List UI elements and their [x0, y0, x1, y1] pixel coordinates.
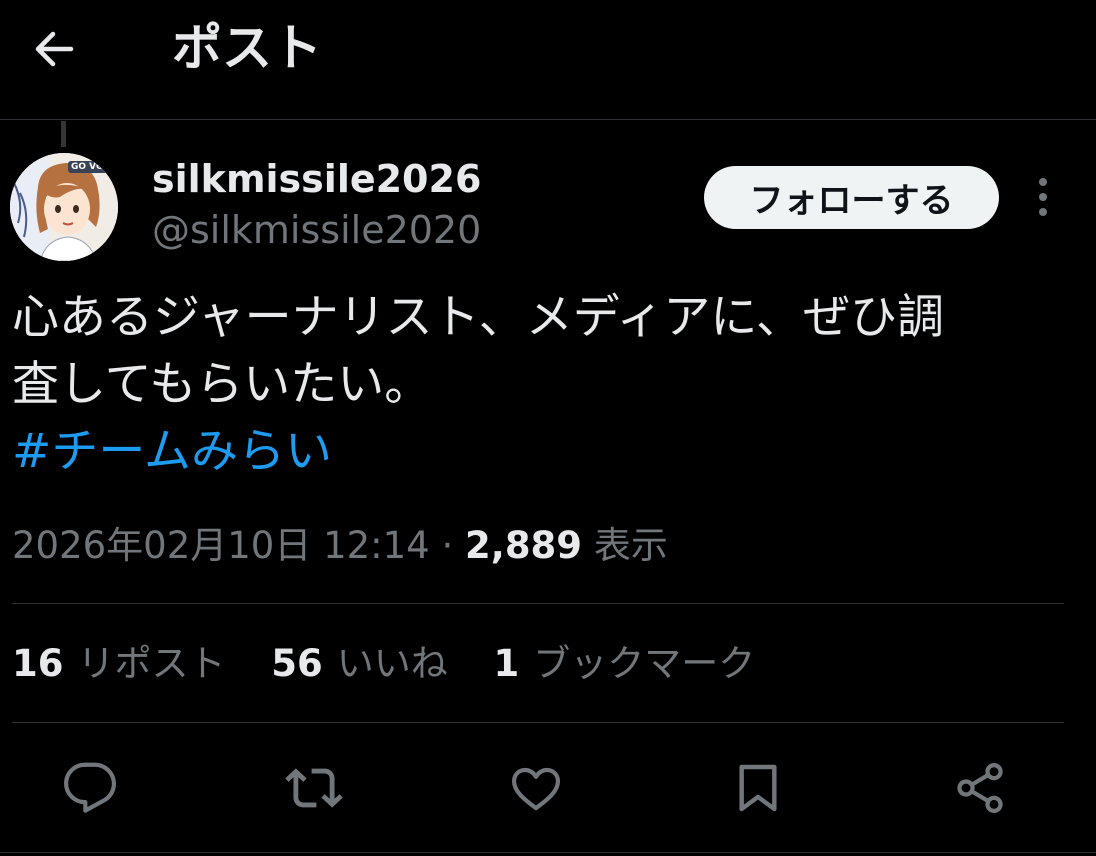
author-display-name[interactable]: silkmissile2026: [152, 154, 481, 204]
avatar-badge-text: GO VOTE: [68, 161, 118, 173]
repost-button[interactable]: [282, 756, 346, 820]
arrow-left-icon: [35, 31, 74, 67]
reply-button[interactable]: [58, 756, 122, 820]
post-body: 心あるジャーナリスト、メディアに、ぜひ調 査してもらいたい。 #チームみらい: [12, 284, 1072, 485]
repost-icon: [285, 768, 343, 808]
post-timestamp[interactable]: 2026年02月10日 12:14: [12, 524, 430, 567]
avatar[interactable]: GO VOTE: [10, 153, 118, 261]
bookmark-button[interactable]: [726, 756, 790, 820]
post-meta: 2026年02月10日 12:14 · 2,889 表示: [12, 518, 668, 574]
author-handle[interactable]: @silkmissile2020: [152, 205, 481, 255]
more-vertical-icon: [1039, 178, 1047, 216]
view-count-label: 表示: [593, 524, 668, 567]
view-count: 2,889: [465, 524, 583, 567]
engagement-stats: 16 リポスト 56 いいね 1 ブックマーク: [12, 636, 789, 692]
bookmark-stat[interactable]: 1 ブックマーク: [494, 642, 756, 685]
divider: [12, 603, 1064, 604]
meta-separator: ·: [441, 524, 454, 567]
like-button[interactable]: [504, 756, 568, 820]
bookmark-count: 1: [493, 642, 520, 685]
like-label: いいね: [336, 642, 448, 685]
comment-icon: [63, 762, 117, 813]
share-button[interactable]: [948, 756, 1012, 820]
share-icon: [957, 763, 1003, 813]
bookmark-icon: [739, 764, 777, 812]
bottom-divider: [0, 852, 1096, 853]
like-stat[interactable]: 56 いいね: [271, 642, 448, 685]
back-button[interactable]: [22, 18, 84, 80]
top-bar: ポスト: [0, 0, 1096, 120]
more-options-button[interactable]: [1020, 172, 1066, 222]
hashtag-link[interactable]: #チームみらい: [12, 418, 1072, 485]
thread-connector-line: [61, 121, 66, 147]
post-text-line: 査してもらいたい。: [12, 357, 432, 412]
page-title: ポスト: [172, 19, 322, 77]
bookmark-label: ブックマーク: [533, 642, 756, 685]
divider: [12, 722, 1064, 723]
post-text-line: 心あるジャーナリスト、メディアに、ぜひ調: [12, 290, 945, 345]
follow-button[interactable]: フォローする: [704, 166, 999, 229]
heart-icon: [511, 767, 561, 811]
repost-label: リポスト: [77, 642, 226, 685]
repost-stat[interactable]: 16 リポスト: [12, 642, 226, 685]
repost-count: 16: [12, 642, 64, 685]
like-count: 56: [271, 642, 323, 685]
